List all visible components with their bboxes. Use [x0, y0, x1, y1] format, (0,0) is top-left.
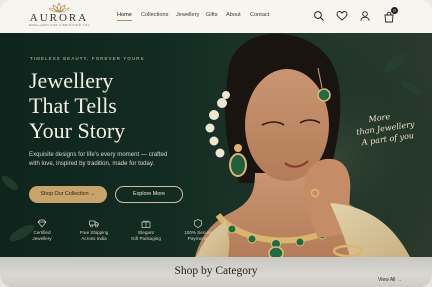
hero-subtext: Exquisite designs for life's every momen… [29, 151, 168, 167]
brand-tagline: JEWELLERY FOR A BRIGHTER YOU [28, 23, 91, 27]
search-icon[interactable] [313, 10, 325, 22]
explore-more-button[interactable]: Explore More [115, 186, 183, 203]
brand-name: AURORA [29, 12, 89, 24]
heart-icon[interactable] [336, 10, 348, 22]
page: AURORA JEWELLERY FOR A BRIGHTER YOU Home… [0, 0, 432, 287]
feature-shipping: Free Shipping Across India [74, 219, 114, 242]
feature-certified: Certified Jewellery [22, 219, 62, 242]
category-title: Shop by Category [174, 265, 258, 277]
nav-home[interactable]: Home [117, 12, 132, 21]
gift-icon [141, 220, 151, 228]
category-section: Shop by Category View All → [0, 257, 432, 287]
diamond-icon [37, 219, 47, 228]
hero-eyebrow: TIMELESS BEAUTY, FOREVER YOURS [30, 56, 145, 61]
brand-logo[interactable]: AURORA JEWELLERY FOR A BRIGHTER YOU [28, 2, 90, 32]
nav-jewellery[interactable]: Jewellery [176, 12, 199, 18]
view-all-link[interactable]: View All → [378, 277, 402, 283]
nav-home-label: Home [117, 12, 132, 18]
active-nav-underline [117, 20, 132, 21]
nav-contact[interactable]: Contact [250, 12, 269, 18]
headline-line-2: That Tells [29, 93, 117, 118]
feature-gift-line2: Gift Packaging [131, 236, 161, 241]
headline-line-1: Jewellery [29, 68, 114, 93]
feature-certified-line2: Jewellery [32, 236, 52, 241]
feature-secure-line2: Payments [187, 236, 209, 241]
feature-shipping-line2: Across India [81, 236, 107, 241]
headline-line-3: Your Story [29, 118, 126, 143]
shop-collection-button[interactable]: Shop Our Collection → [29, 186, 107, 203]
feature-gift: Elegant Gift Packaging [126, 219, 166, 242]
cart-count-badge: 0 [391, 7, 398, 14]
shield-icon [194, 219, 202, 228]
hero-banner: TIMELESS BEAUTY, FOREVER YOURS Jewellery… [0, 33, 432, 257]
nav-collections[interactable]: Collections [141, 12, 168, 18]
cart-button[interactable]: 0 [383, 7, 398, 23]
nav-about[interactable]: About [226, 12, 241, 18]
hero-headline: Jewellery That Tells Your Story [29, 68, 199, 143]
truck-icon [89, 220, 99, 228]
feature-secure: 100% Secure Payments [178, 219, 218, 242]
user-icon[interactable] [359, 10, 371, 22]
nav-gifts[interactable]: Gifts [206, 12, 218, 18]
site-header: AURORA JEWELLERY FOR A BRIGHTER YOU Home… [0, 0, 432, 33]
